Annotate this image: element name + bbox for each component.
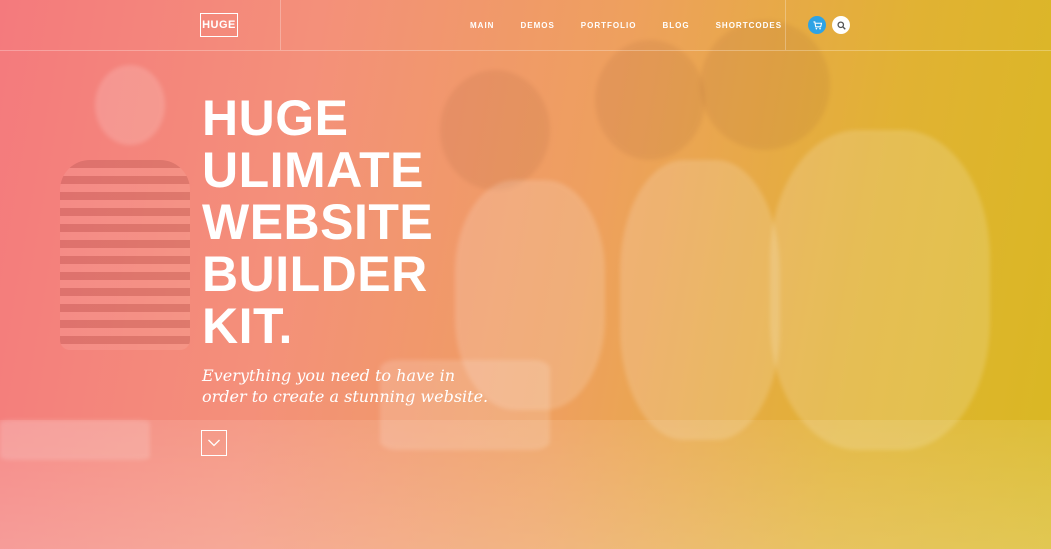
headline-line: HUGE <box>202 90 349 146</box>
scroll-down-button[interactable] <box>201 430 227 456</box>
tagline-line: Everything you need to have in <box>202 366 455 385</box>
headline-line: KIT. <box>202 298 293 354</box>
cart-icon <box>812 20 822 29</box>
headline-line: WEBSITE <box>202 194 434 250</box>
cart-button[interactable] <box>808 16 826 34</box>
logo[interactable]: HUGE <box>200 13 238 37</box>
nav-item-blog[interactable]: BLOG <box>662 21 689 30</box>
search-button[interactable] <box>832 16 850 34</box>
nav-item-shortcodes[interactable]: SHORTCODES <box>716 21 782 30</box>
hero-tagline: Everything you need to have in order to … <box>202 365 522 407</box>
nav-item-demos[interactable]: DEMOS <box>520 21 554 30</box>
headline-line: ULIMATE <box>202 142 424 198</box>
nav-item-portfolio[interactable]: PORTFOLIO <box>581 21 637 30</box>
headline-line: BUILDER <box>202 246 428 302</box>
main-nav: MAIN DEMOS PORTFOLIO BLOG SHORTCODES <box>470 0 808 50</box>
tagline-line: order to create a stunning website. <box>202 387 489 406</box>
search-icon <box>836 20 846 30</box>
nav-item-main[interactable]: MAIN <box>470 21 494 30</box>
hero-headline: HUGE ULIMATE WEBSITE BUILDER KIT. <box>202 92 622 352</box>
hero-section: HUGE MAIN DEMOS PORTFOLIO BLOG SHORTCODE… <box>0 0 1051 549</box>
top-navigation-bar: HUGE MAIN DEMOS PORTFOLIO BLOG SHORTCODE… <box>0 0 1051 51</box>
header-divider <box>280 0 281 50</box>
chevron-down-icon <box>208 439 220 447</box>
